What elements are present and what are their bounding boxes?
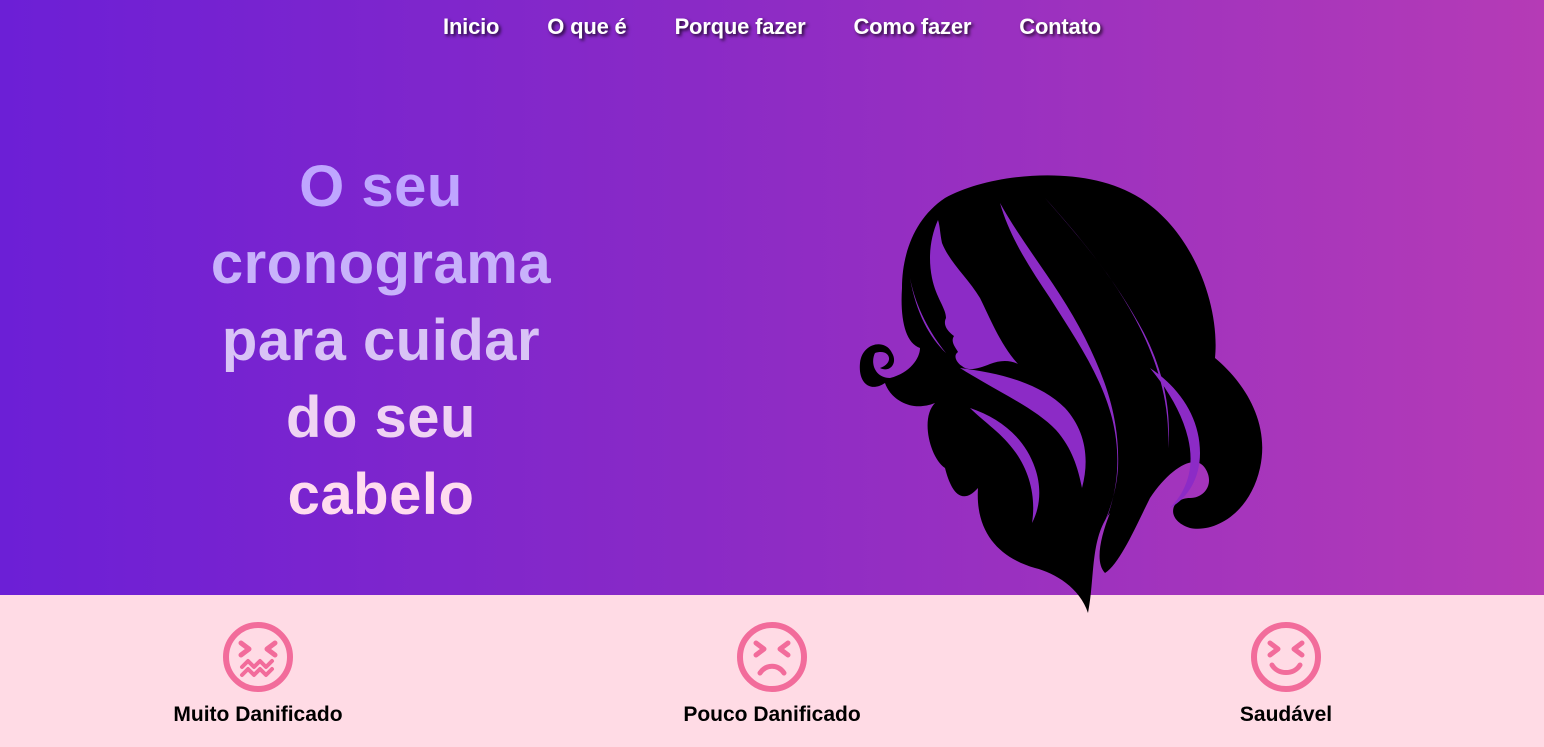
woman-hair-silhouette-image [859, 175, 1263, 613]
status-item-muito-danificado[interactable]: Muito Danificado [128, 621, 388, 727]
top-navigation: Inicio O que é Porque fazer Como fazer C… [0, 14, 1544, 40]
headline-line: para cuidar [221, 308, 541, 373]
status-item-pouco-danificado[interactable]: Pouco Danificado [642, 621, 902, 727]
nav-link-contato[interactable]: Contato [1019, 14, 1101, 40]
squinting-smile-face-icon [1251, 622, 1321, 692]
hair-status-section: Muito Danificado Pouco Danificado Saudáv… [0, 595, 1544, 747]
nav-link-o-que-e[interactable]: O que é [547, 14, 626, 40]
headline-line: O seu [299, 154, 463, 219]
nav-link-inicio[interactable]: Inicio [443, 14, 499, 40]
headline-line: cronograma [210, 231, 552, 296]
headline-line: cabelo [287, 462, 475, 527]
nav-link-como-fazer[interactable]: Como fazer [853, 14, 971, 40]
status-label: Saudável [1239, 703, 1333, 726]
hero-section: Inicio O que é Porque fazer Como fazer C… [0, 0, 1544, 613]
frowning-squint-face-icon [737, 622, 807, 692]
headline-line: do seu [286, 385, 476, 450]
nav-link-porque-fazer[interactable]: Porque fazer [675, 14, 806, 40]
hero-headline: O seu cronograma para cuidar do seu cabe… [150, 148, 612, 533]
status-item-saudavel[interactable]: Saudável [1156, 621, 1416, 727]
status-label: Pouco Danificado [683, 703, 861, 726]
status-label: Muito Danificado [173, 703, 343, 726]
tired-face-icon [223, 622, 293, 692]
